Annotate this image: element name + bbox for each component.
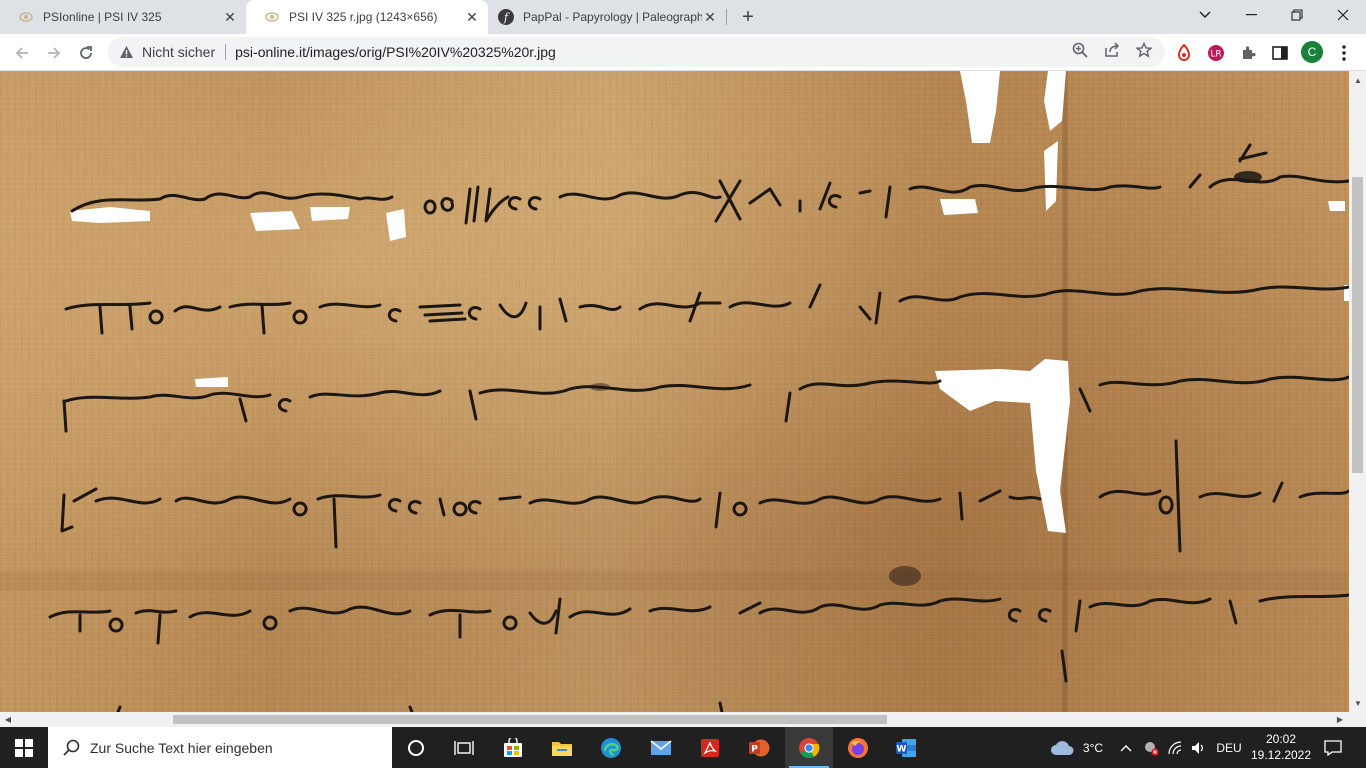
cortana-button[interactable] [392, 727, 440, 768]
warning-icon[interactable] [118, 44, 134, 60]
store-icon [504, 737, 522, 757]
powerpoint-app[interactable]: P [735, 727, 783, 768]
scroll-left-icon[interactable]: ◀ [1, 712, 15, 726]
extensions-puzzle-icon[interactable] [1237, 42, 1259, 64]
tab-title: PSIonline | PSI IV 325 [43, 10, 162, 24]
extension-purple-icon[interactable]: LR [1205, 42, 1227, 64]
task-view-icon [454, 740, 474, 755]
profile-avatar[interactable]: C [1301, 41, 1323, 63]
vertical-scroll-thumb[interactable] [1352, 177, 1363, 473]
arrow-right-icon [48, 47, 61, 59]
chrome-icon [799, 737, 820, 758]
close-icon[interactable]: ✕ [702, 9, 718, 25]
windows-logo-icon [15, 738, 33, 757]
chrome-app[interactable] [785, 727, 833, 768]
cortana-circle-icon [408, 739, 424, 756]
notification-icon[interactable] [1318, 727, 1348, 768]
svg-text:P: P [751, 744, 758, 754]
file-explorer-app[interactable] [538, 727, 586, 768]
pappal-favicon-icon: f [498, 9, 514, 25]
acrobat-app[interactable] [686, 727, 734, 768]
tab-divider [726, 9, 727, 25]
security-label[interactable]: Nicht sicher [142, 44, 215, 60]
reload-button[interactable] [72, 39, 100, 67]
horizontal-scrollbar[interactable]: ◀ ▶ [0, 712, 1349, 727]
clock-time: 20:02 [1265, 732, 1297, 746]
vertical-scrollbar[interactable]: ▲ ▼ [1349, 71, 1366, 712]
tab-title: PSI IV 325 r.jpg (1243×656) [289, 10, 438, 24]
folder-icon [552, 741, 572, 756]
psi-favicon-icon [264, 9, 280, 25]
taskbar-clock[interactable]: 20:02 19.12.2022 [1246, 731, 1316, 763]
powerpoint-icon: P [749, 739, 770, 756]
restore-icon [1291, 9, 1303, 21]
weather-cloud-icon[interactable] [1046, 727, 1078, 768]
word-icon: W [896, 738, 916, 757]
scroll-up-icon[interactable]: ▲ [1351, 73, 1365, 87]
tab-pappal[interactable]: f PapPal - Papyrology | Paleograph ✕ [488, 0, 726, 34]
reload-icon [80, 46, 92, 59]
minimize-icon [1245, 14, 1257, 16]
browser-toolbar: Nicht sicher psi-online.it/images/orig/P… [0, 34, 1366, 71]
zoom-icon[interactable] [1071, 41, 1089, 59]
chevron-down-icon [1199, 11, 1211, 18]
mail-app[interactable] [637, 727, 685, 768]
start-button[interactable] [0, 727, 48, 768]
microsoft-store-app[interactable] [489, 727, 537, 768]
close-icon[interactable]: ✕ [464, 9, 480, 25]
image-viewport [0, 71, 1349, 712]
address-bar[interactable]: Nicht sicher psi-online.it/images/orig/P… [108, 37, 1165, 67]
tab-title: PapPal - Papyrology | Paleograph [523, 10, 702, 24]
minimize-button[interactable] [1228, 0, 1274, 30]
forward-button[interactable] [40, 39, 68, 67]
restore-button[interactable] [1274, 0, 1320, 30]
edge-icon [601, 737, 621, 758]
new-tab-button[interactable]: + [736, 5, 760, 29]
antivirus-icon[interactable] [1140, 727, 1162, 768]
close-window-button[interactable] [1320, 0, 1366, 30]
tab-strip: PSIonline | PSI IV 325 ✕ PSI IV 325 r.jp… [0, 0, 1366, 34]
weather-temperature[interactable]: 3°C [1078, 727, 1108, 768]
papyrus-manuscript-image [0, 71, 1349, 712]
speaker-icon[interactable] [1188, 727, 1210, 768]
tab-search-button[interactable] [1182, 0, 1228, 30]
scroll-down-icon[interactable]: ▼ [1351, 696, 1365, 710]
arrow-left-icon [15, 47, 28, 59]
wifi-icon[interactable] [1164, 727, 1186, 768]
svg-text:W: W [897, 744, 907, 754]
psi-favicon-icon [18, 9, 34, 25]
svg-text:LR: LR [1210, 50, 1221, 60]
bookmark-star-icon[interactable] [1135, 41, 1153, 59]
task-view-button[interactable] [440, 727, 488, 768]
scroll-right-icon[interactable]: ▶ [1333, 712, 1347, 726]
horizontal-scroll-thumb[interactable] [173, 715, 887, 724]
scrollbar-corner [1349, 712, 1366, 727]
keyboard-language[interactable]: DEU [1212, 727, 1246, 768]
menu-dots-icon[interactable] [1333, 42, 1355, 64]
tab-image[interactable]: PSI IV 325 r.jpg (1243×656) ✕ [246, 0, 488, 34]
acrobat-icon [701, 738, 719, 757]
search-icon [62, 738, 82, 758]
word-app[interactable]: W [882, 727, 930, 768]
url-text[interactable]: psi-online.it/images/orig/PSI%20IV%20325… [235, 44, 556, 60]
back-button[interactable] [8, 39, 36, 67]
tab-psionline[interactable]: PSIonline | PSI IV 325 ✕ [0, 0, 246, 34]
search-placeholder: Zur Suche Text hier eingeben [90, 739, 273, 756]
share-icon[interactable] [1103, 41, 1121, 59]
windows-taskbar: Zur Suche Text hier eingeben P W 3°C DEU… [0, 727, 1366, 768]
edge-app[interactable] [587, 727, 635, 768]
close-icon [1337, 9, 1349, 21]
firefox-app[interactable] [834, 727, 882, 768]
firefox-icon [848, 737, 868, 758]
chevron-up-icon[interactable] [1116, 727, 1136, 768]
papyrus-image[interactable] [0, 71, 1349, 712]
extension-red-icon[interactable] [1173, 42, 1195, 64]
close-icon[interactable]: ✕ [222, 9, 238, 25]
address-divider [225, 44, 227, 60]
clock-date: 19.12.2022 [1250, 748, 1312, 762]
side-panel-icon[interactable] [1269, 42, 1291, 64]
mail-icon [650, 739, 672, 755]
taskbar-search-box[interactable]: Zur Suche Text hier eingeben [48, 727, 392, 768]
